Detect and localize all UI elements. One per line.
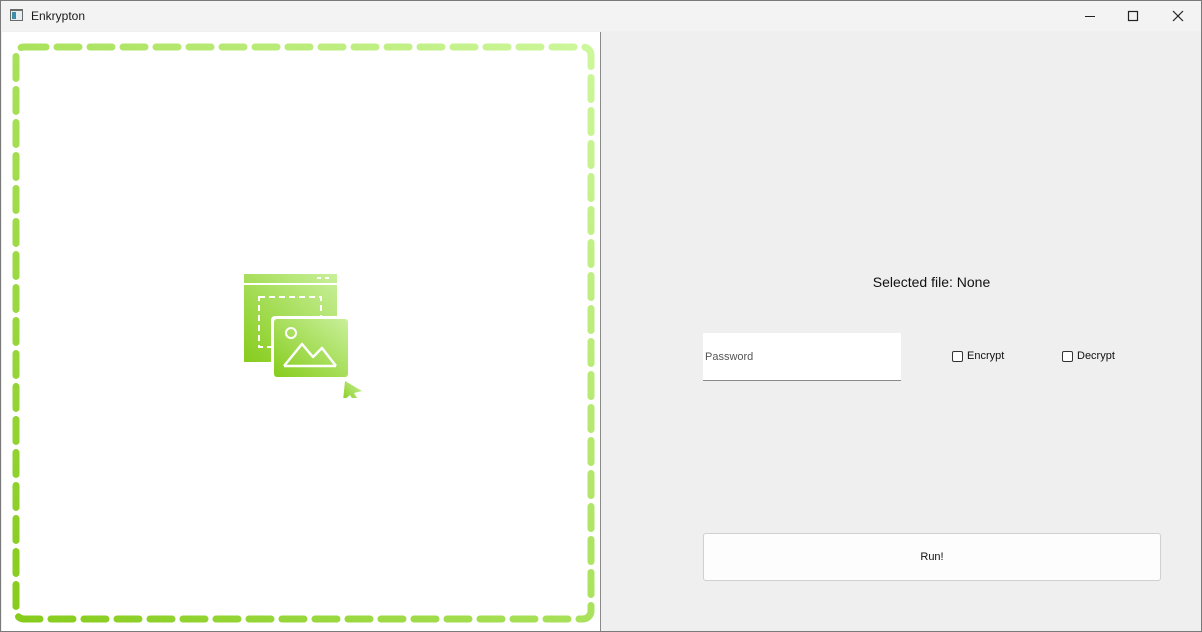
minimize-icon [1085, 16, 1095, 17]
decrypt-label: Decrypt [1077, 350, 1115, 362]
app-window: Enkrypton Selected file: None Encrypt De… [0, 0, 1202, 632]
maximize-icon [1127, 10, 1139, 22]
controls-panel: Selected file: None Encrypt Decrypt Run! [602, 32, 1201, 631]
file-drop-zone[interactable] [2, 32, 601, 631]
minimize-button[interactable] [1067, 1, 1113, 31]
close-icon [1172, 10, 1184, 22]
window-title: Enkrypton [31, 9, 86, 23]
maximize-button[interactable] [1110, 1, 1156, 31]
decrypt-checkbox[interactable]: Decrypt [1062, 350, 1115, 362]
close-button[interactable] [1155, 1, 1201, 31]
encrypt-checkbox-box[interactable] [952, 350, 963, 362]
app-icon [10, 9, 23, 21]
selected-file-label: Selected file: None [872, 274, 991, 290]
run-button-label: Run! [920, 551, 944, 563]
run-button[interactable]: Run! [703, 533, 1161, 581]
password-input[interactable] [703, 333, 901, 381]
title-bar[interactable]: Enkrypton [1, 1, 1201, 31]
encrypt-checkbox[interactable]: Encrypt [952, 350, 1004, 362]
decrypt-checkbox-box[interactable] [1062, 350, 1073, 362]
drag-drop-image-icon [244, 274, 363, 398]
encrypt-label: Encrypt [967, 350, 1005, 362]
